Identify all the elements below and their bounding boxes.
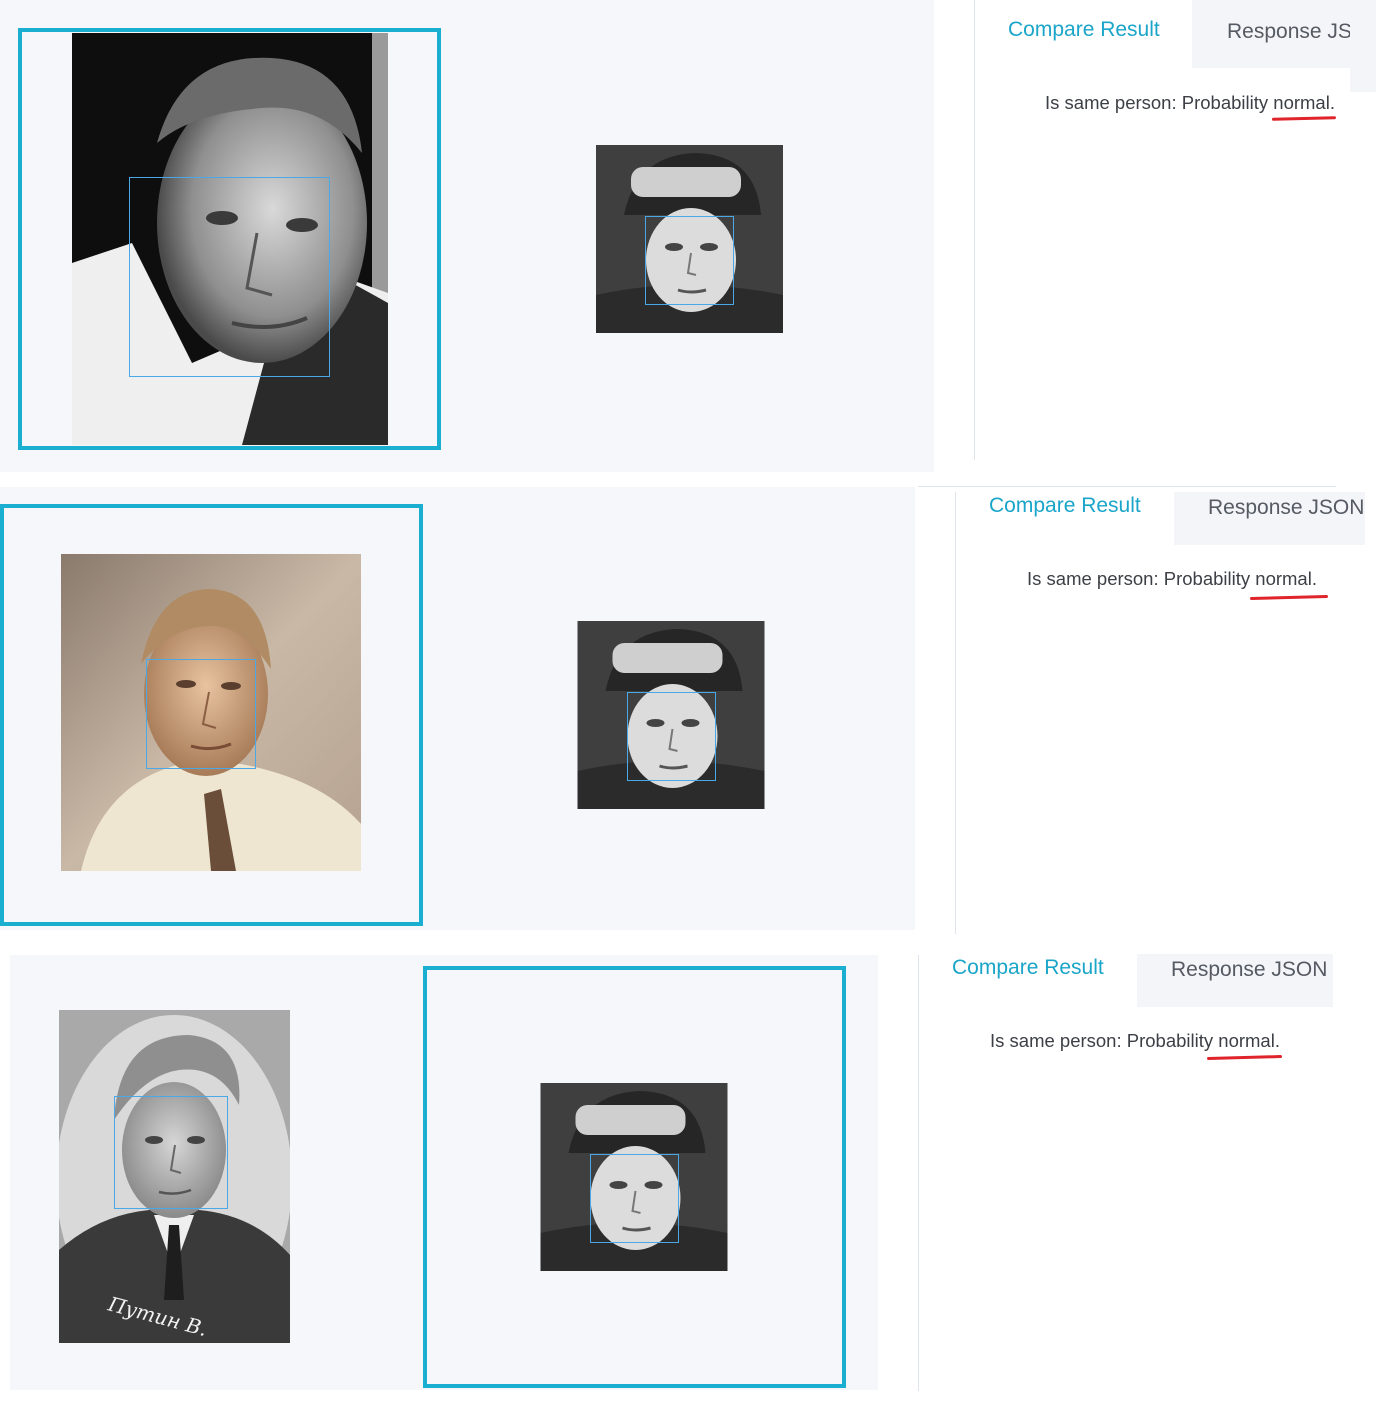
probability-underline-1 xyxy=(1271,116,1337,121)
face-detection-box-3b xyxy=(590,1154,679,1243)
tab-response-json-1[interactable]: Response JSC xyxy=(1192,0,1376,68)
face-detection-box-2a xyxy=(146,659,256,769)
face-detection-box-1b xyxy=(645,216,734,305)
tab-compare-result-label: Compare Result xyxy=(952,956,1104,979)
tab-compare-result-label: Compare Result xyxy=(989,494,1141,517)
compare-result-text-2: Is same person: Probability normal. xyxy=(1027,568,1317,589)
tab-compare-result-label: Compare Result xyxy=(1008,18,1160,41)
face-detection-box-1a xyxy=(129,177,330,377)
tab-compare-result-3[interactable]: Compare Result xyxy=(952,956,1122,986)
tab-response-json-3[interactable]: Response JSON xyxy=(1137,954,1333,1007)
panel-divider-2 xyxy=(955,492,956,934)
tab-edge-strip xyxy=(1350,0,1376,92)
tab-response-json-label: Response JSON xyxy=(1208,496,1365,519)
compare-result-text-3: Is same person: Probability normal. xyxy=(990,1030,1280,1051)
probability-underline-2 xyxy=(1249,594,1329,601)
tab-compare-result-1[interactable]: Compare Result xyxy=(1008,18,1178,48)
compare-result-text-1: Is same person: Probability normal. xyxy=(1045,92,1335,113)
tab-response-json-label: Response JSON xyxy=(1171,958,1328,981)
probability-value: normal xyxy=(1255,568,1312,589)
panel-divider-3 xyxy=(918,955,919,1391)
tab-compare-result-2[interactable]: Compare Result xyxy=(989,494,1159,524)
probability-value: normal xyxy=(1273,92,1330,113)
face-detection-box-2b xyxy=(627,692,716,781)
face-detection-box-3a xyxy=(114,1096,228,1209)
panel-divider-1 xyxy=(974,0,975,460)
probability-underline-3 xyxy=(1206,1055,1283,1060)
panel-top-line-2 xyxy=(918,486,1336,487)
tab-response-json-2[interactable]: Response JSON xyxy=(1174,492,1365,545)
probability-value: normal xyxy=(1218,1030,1275,1051)
tab-response-json-label: Response JSC xyxy=(1227,20,1368,43)
